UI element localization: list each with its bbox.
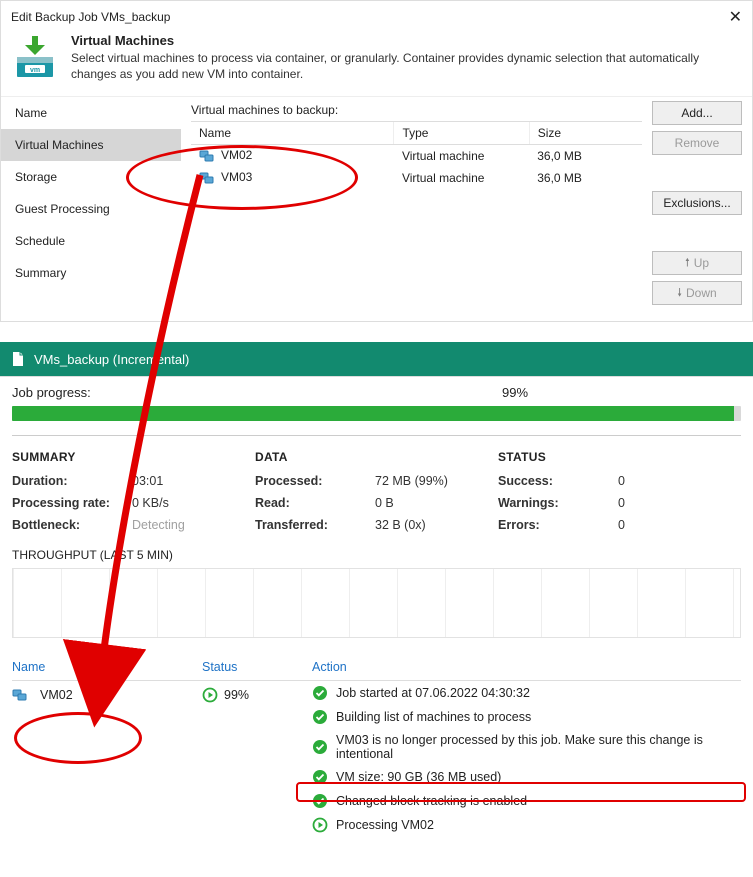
sidebar-item-schedule[interactable]: Schedule	[1, 225, 181, 257]
vm-icon	[199, 170, 215, 186]
action-item: VM03 is no longer processed by this job.…	[312, 729, 741, 765]
col-name[interactable]: Name	[191, 122, 394, 145]
action-item: Job started at 07.06.2022 04:30:32	[312, 681, 741, 705]
throughput-label: THROUGHPUT (LAST 5 MIN)	[12, 548, 741, 562]
sidebar-item-name[interactable]: Name	[1, 97, 181, 129]
lower-name-head[interactable]: Name	[12, 660, 202, 681]
vm-table: Name Type Size VM02 Virtual machine 36,0…	[191, 121, 642, 189]
sidebar-item-summary[interactable]: Summary	[1, 257, 181, 289]
progress-bar	[12, 406, 741, 421]
add-button[interactable]: Add...	[652, 101, 742, 125]
success-icon	[312, 685, 328, 701]
vm-section-label: Virtual machines to backup:	[191, 103, 642, 117]
vm-icon	[12, 687, 28, 703]
status-head: STATUS	[498, 450, 741, 464]
success-icon	[312, 739, 328, 755]
job-titlebar: VMs_backup (Incremental)	[0, 342, 753, 376]
vm-row[interactable]: VM02	[12, 681, 202, 709]
summary-head: SUMMARY	[12, 450, 255, 464]
up-arrow-icon: 🠕	[685, 254, 690, 273]
remove-button[interactable]: Remove	[652, 131, 742, 155]
col-size[interactable]: Size	[529, 122, 642, 145]
success-icon	[312, 709, 328, 725]
down-button[interactable]: 🠗Down	[652, 281, 742, 305]
svg-text:vm: vm	[30, 67, 40, 74]
sidebar-item-storage[interactable]: Storage	[1, 161, 181, 193]
wizard-sidebar: Name Virtual Machines Storage Guest Proc…	[1, 97, 181, 321]
down-arrow-icon: 🠗	[677, 284, 682, 303]
edit-backup-dialog: Edit Backup Job VMs_backup ✕ vm Virtual …	[0, 0, 753, 322]
banner-heading: Virtual Machines	[71, 33, 742, 48]
job-title: VMs_backup (Incremental)	[34, 352, 189, 367]
data-head: DATA	[255, 450, 498, 464]
table-row[interactable]: VM02 Virtual machine 36,0 MB	[191, 145, 642, 168]
up-button[interactable]: 🠕Up	[652, 251, 742, 275]
lower-action-head[interactable]: Action	[312, 660, 741, 681]
job-panel: Job progress: 99% SUMMARY Duration:03:01…	[0, 376, 753, 851]
table-row[interactable]: VM03 Virtual machine 36,0 MB	[191, 167, 642, 189]
action-item: Building list of machines to process	[312, 705, 741, 729]
throughput-chart	[12, 568, 741, 638]
action-item: Changed block tracking is enabled	[312, 789, 741, 813]
success-icon	[312, 769, 328, 785]
sidebar-item-virtual-machines[interactable]: Virtual Machines	[1, 129, 181, 161]
vm-icon	[199, 148, 215, 164]
banner-desc: Select virtual machines to process via c…	[71, 50, 742, 82]
success-icon	[312, 793, 328, 809]
stats-grid: SUMMARY Duration:03:01 Processing rate:0…	[12, 450, 741, 540]
document-icon	[10, 351, 26, 367]
exclusions-button[interactable]: Exclusions...	[652, 191, 742, 215]
status-row: 99%	[202, 681, 312, 709]
col-type[interactable]: Type	[394, 122, 529, 145]
play-icon	[202, 687, 218, 703]
close-icon[interactable]: ✕	[729, 7, 742, 27]
action-item: Processing VM02	[312, 813, 741, 837]
progress-label: Job progress:	[12, 385, 502, 400]
dialog-title: Edit Backup Job VMs_backup	[11, 10, 170, 24]
action-item: VM size: 90 GB (36 MB used)	[312, 765, 741, 789]
progress-value: 99%	[502, 385, 528, 400]
play-icon	[312, 817, 328, 833]
sidebar-item-guest-processing[interactable]: Guest Processing	[1, 193, 181, 225]
vm-banner-icon: vm	[11, 33, 59, 81]
lower-status-head[interactable]: Status	[202, 660, 312, 681]
